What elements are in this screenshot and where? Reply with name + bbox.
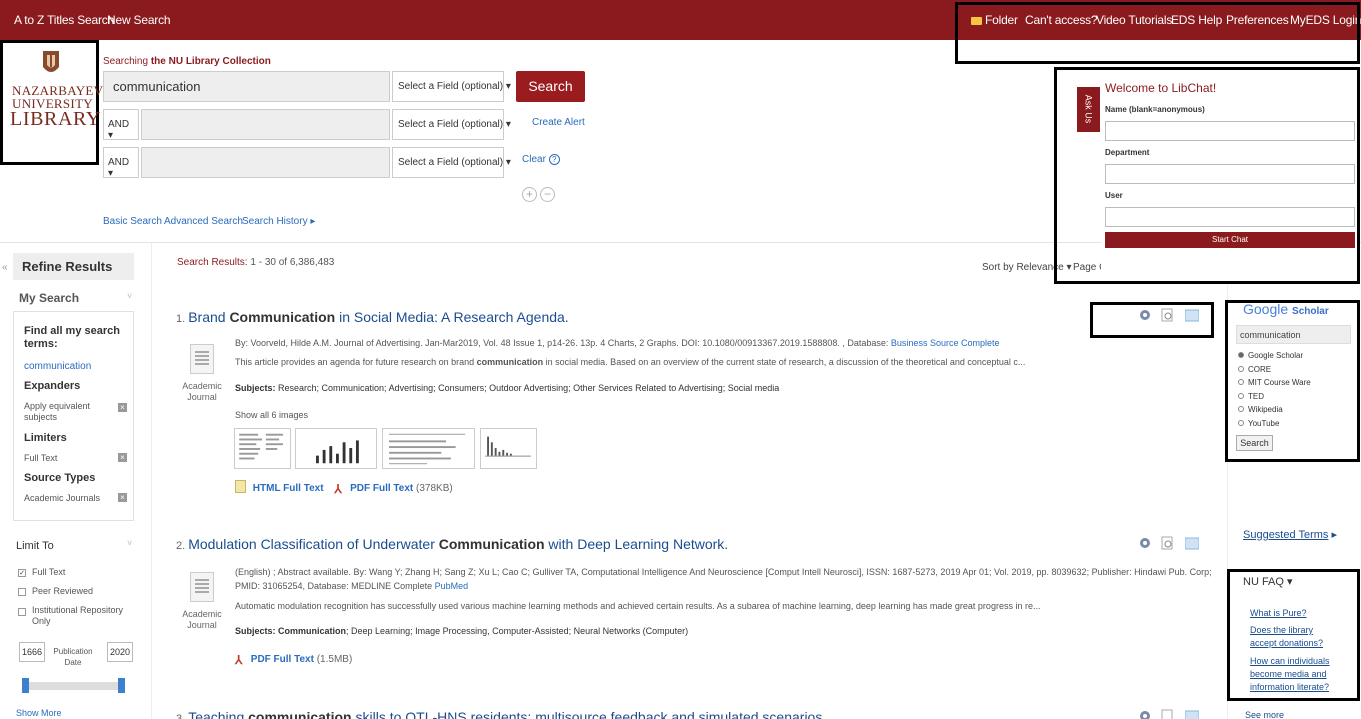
search-term-link[interactable]: communication bbox=[24, 361, 91, 372]
result-1-byline: By: Voorveld, Hilde A.M. Journal of Adve… bbox=[235, 338, 1000, 348]
limiter-item: Full Text bbox=[24, 453, 58, 463]
field-select-2[interactable]: Select a Field (optional) ▾ bbox=[392, 109, 511, 140]
annotation-box-libchat bbox=[1054, 67, 1360, 284]
full-text-checkbox[interactable]: ✓ bbox=[18, 569, 26, 577]
result-2-byline-2: PMID: 31065254, Database: MEDLINE Comple… bbox=[235, 581, 469, 591]
remove-row-button[interactable]: − bbox=[540, 187, 555, 202]
date-from-input[interactable]: 1666 bbox=[19, 642, 45, 662]
result-2-title[interactable]: 2. Modulation Classification of Underwate… bbox=[176, 536, 728, 552]
remove-limiter-icon[interactable]: × bbox=[118, 453, 127, 462]
academic-journal-icon bbox=[190, 572, 214, 602]
peer-reviewed-label: Peer Reviewed bbox=[32, 586, 94, 596]
result-1-image-thumb-1[interactable] bbox=[234, 428, 291, 469]
preview-icon[interactable] bbox=[1161, 709, 1175, 719]
search-input-3[interactable] bbox=[141, 147, 390, 178]
preview-icon[interactable] bbox=[1161, 308, 1175, 322]
html-full-text-link[interactable]: HTML Full Text bbox=[253, 483, 324, 494]
searching-label: Searching the NU Library Collection bbox=[103, 56, 271, 67]
chevron-down-icon[interactable]: ˅ bbox=[127, 291, 132, 301]
basic-search-link[interactable]: Basic Search bbox=[103, 216, 162, 227]
column-divider bbox=[151, 243, 152, 719]
new-search-link[interactable]: New Search bbox=[107, 13, 171, 27]
result-1-fulltext-links: HTML Full Text ⅄ PDF Full Text (378KB) bbox=[235, 480, 453, 497]
date-slider-handle-right[interactable] bbox=[118, 678, 125, 693]
pdf-icon: ⅄ bbox=[235, 653, 243, 667]
date-to-input[interactable]: 2020 bbox=[107, 642, 133, 662]
add-row-button[interactable]: + bbox=[522, 187, 537, 202]
pdf-full-text-link[interactable]: PDF Full Text bbox=[350, 483, 413, 494]
result-2-fulltext-links: ⅄ PDF Full Text (1.5MB) bbox=[235, 653, 353, 667]
gear-icon[interactable] bbox=[1138, 308, 1152, 322]
limiters-heading: Limiters bbox=[24, 432, 67, 444]
result-1-image-thumb-2[interactable] bbox=[295, 428, 377, 469]
annotation-box-faq bbox=[1227, 569, 1360, 701]
result-1-image-thumb-4[interactable] bbox=[480, 428, 537, 469]
search-input-2[interactable] bbox=[141, 109, 390, 140]
my-search-heading[interactable]: My Search bbox=[19, 291, 79, 305]
result-1-image-thumb-3[interactable] bbox=[382, 428, 475, 469]
preview-icon[interactable] bbox=[1161, 536, 1175, 550]
bool-select-2[interactable]: AND ▾ bbox=[103, 109, 139, 141]
full-text-label: Full Text bbox=[32, 567, 66, 577]
pdf-full-text-link[interactable]: PDF Full Text bbox=[251, 654, 314, 665]
annotation-box-scholar bbox=[1225, 300, 1360, 462]
remove-expander-icon[interactable]: × bbox=[118, 403, 127, 412]
result-2-type: Academic Journal bbox=[182, 609, 222, 630]
field-select-1[interactable]: Select a Field (optional) ▾ bbox=[392, 71, 511, 102]
expanders-heading: Expanders bbox=[24, 380, 81, 392]
search-button[interactable]: Search bbox=[516, 71, 585, 102]
source-types-heading: Source Types bbox=[24, 472, 96, 484]
search-input-1[interactable]: communication bbox=[103, 71, 390, 102]
date-slider-track[interactable] bbox=[24, 682, 123, 690]
result-1-type: Academic Journal bbox=[182, 381, 222, 402]
result-1-database-link[interactable]: Business Source Complete bbox=[891, 338, 1000, 348]
help-icon[interactable]: ? bbox=[548, 154, 560, 165]
limit-to-heading[interactable]: Limit To bbox=[16, 540, 54, 552]
field-select-3[interactable]: Select a Field (optional) ▾ bbox=[392, 147, 511, 178]
result-2-subjects: Subjects: Communication; Deep Learning; … bbox=[235, 626, 689, 636]
a-to-z-titles-link[interactable]: A to Z Titles Search bbox=[14, 13, 114, 27]
remove-source-type-icon[interactable]: × bbox=[118, 493, 127, 502]
result-2-byline-1: (English) ; Abstract available. By: Wang… bbox=[235, 567, 1212, 577]
bool-select-3[interactable]: AND ▾ bbox=[103, 147, 139, 179]
add-to-folder-icon[interactable] bbox=[1185, 536, 1199, 550]
suggested-terms-link[interactable]: Suggested Terms ▸ bbox=[1243, 528, 1337, 541]
expander-item: Apply equivalent subjects bbox=[24, 401, 91, 422]
see-more-link[interactable]: See more bbox=[1245, 710, 1284, 719]
add-to-folder-icon[interactable] bbox=[1185, 308, 1199, 322]
annotation-box-toplinks bbox=[955, 2, 1360, 64]
refine-results-title: Refine Results bbox=[22, 259, 113, 274]
search-history-link[interactable]: Search History ▸ bbox=[242, 216, 315, 227]
university-emblem-icon bbox=[43, 51, 59, 72]
pdf-icon: ⅄ bbox=[334, 482, 342, 496]
clear-link[interactable]: Clear ? bbox=[522, 154, 560, 165]
result-1-abstract: This article provides an agenda for futu… bbox=[235, 357, 1026, 367]
result-3-title[interactable]: 3. Teaching communication skills to OTL-H… bbox=[176, 709, 822, 719]
date-slider-handle-left[interactable] bbox=[22, 678, 29, 693]
find-all-label: Find all my search terms: bbox=[24, 325, 120, 350]
create-alert-link[interactable]: Create Alert bbox=[532, 117, 585, 128]
result-2-abstract: Automatic modulation recognition has suc… bbox=[235, 601, 1041, 611]
collapse-sidebar-button[interactable]: « bbox=[2, 262, 8, 273]
result-2-database-link[interactable]: PubMed bbox=[435, 581, 469, 591]
html-full-text-icon bbox=[235, 480, 246, 493]
gear-icon[interactable] bbox=[1138, 709, 1152, 719]
logo-text-library: LIBRARY bbox=[10, 108, 101, 130]
institutional-repository-label: Institutional Repository Only bbox=[32, 605, 124, 626]
result-1-subjects: Subjects: Research; Communication; Adver… bbox=[235, 383, 780, 393]
institutional-repository-checkbox[interactable] bbox=[18, 608, 26, 616]
peer-reviewed-checkbox[interactable] bbox=[18, 588, 26, 596]
publication-date-label: Publication Date bbox=[53, 647, 93, 667]
add-to-folder-icon[interactable] bbox=[1185, 709, 1199, 719]
results-summary: Search Results: 1 - 30 of 6,386,483 bbox=[177, 257, 335, 268]
show-more-link[interactable]: Show More bbox=[16, 708, 62, 718]
academic-journal-icon bbox=[190, 344, 214, 374]
gear-icon[interactable] bbox=[1138, 536, 1152, 550]
source-type-item: Academic Journals bbox=[24, 493, 101, 503]
advanced-search-link[interactable]: Advanced Search bbox=[164, 216, 243, 227]
logo-text-top: NAZARBAYEV UNIVERSITY bbox=[12, 83, 104, 111]
result-1-title[interactable]: 1. Brand Communication in Social Media: A… bbox=[176, 309, 569, 325]
chevron-down-icon[interactable]: ˅ bbox=[127, 538, 132, 548]
show-all-images-link[interactable]: Show all 6 images bbox=[235, 409, 308, 422]
